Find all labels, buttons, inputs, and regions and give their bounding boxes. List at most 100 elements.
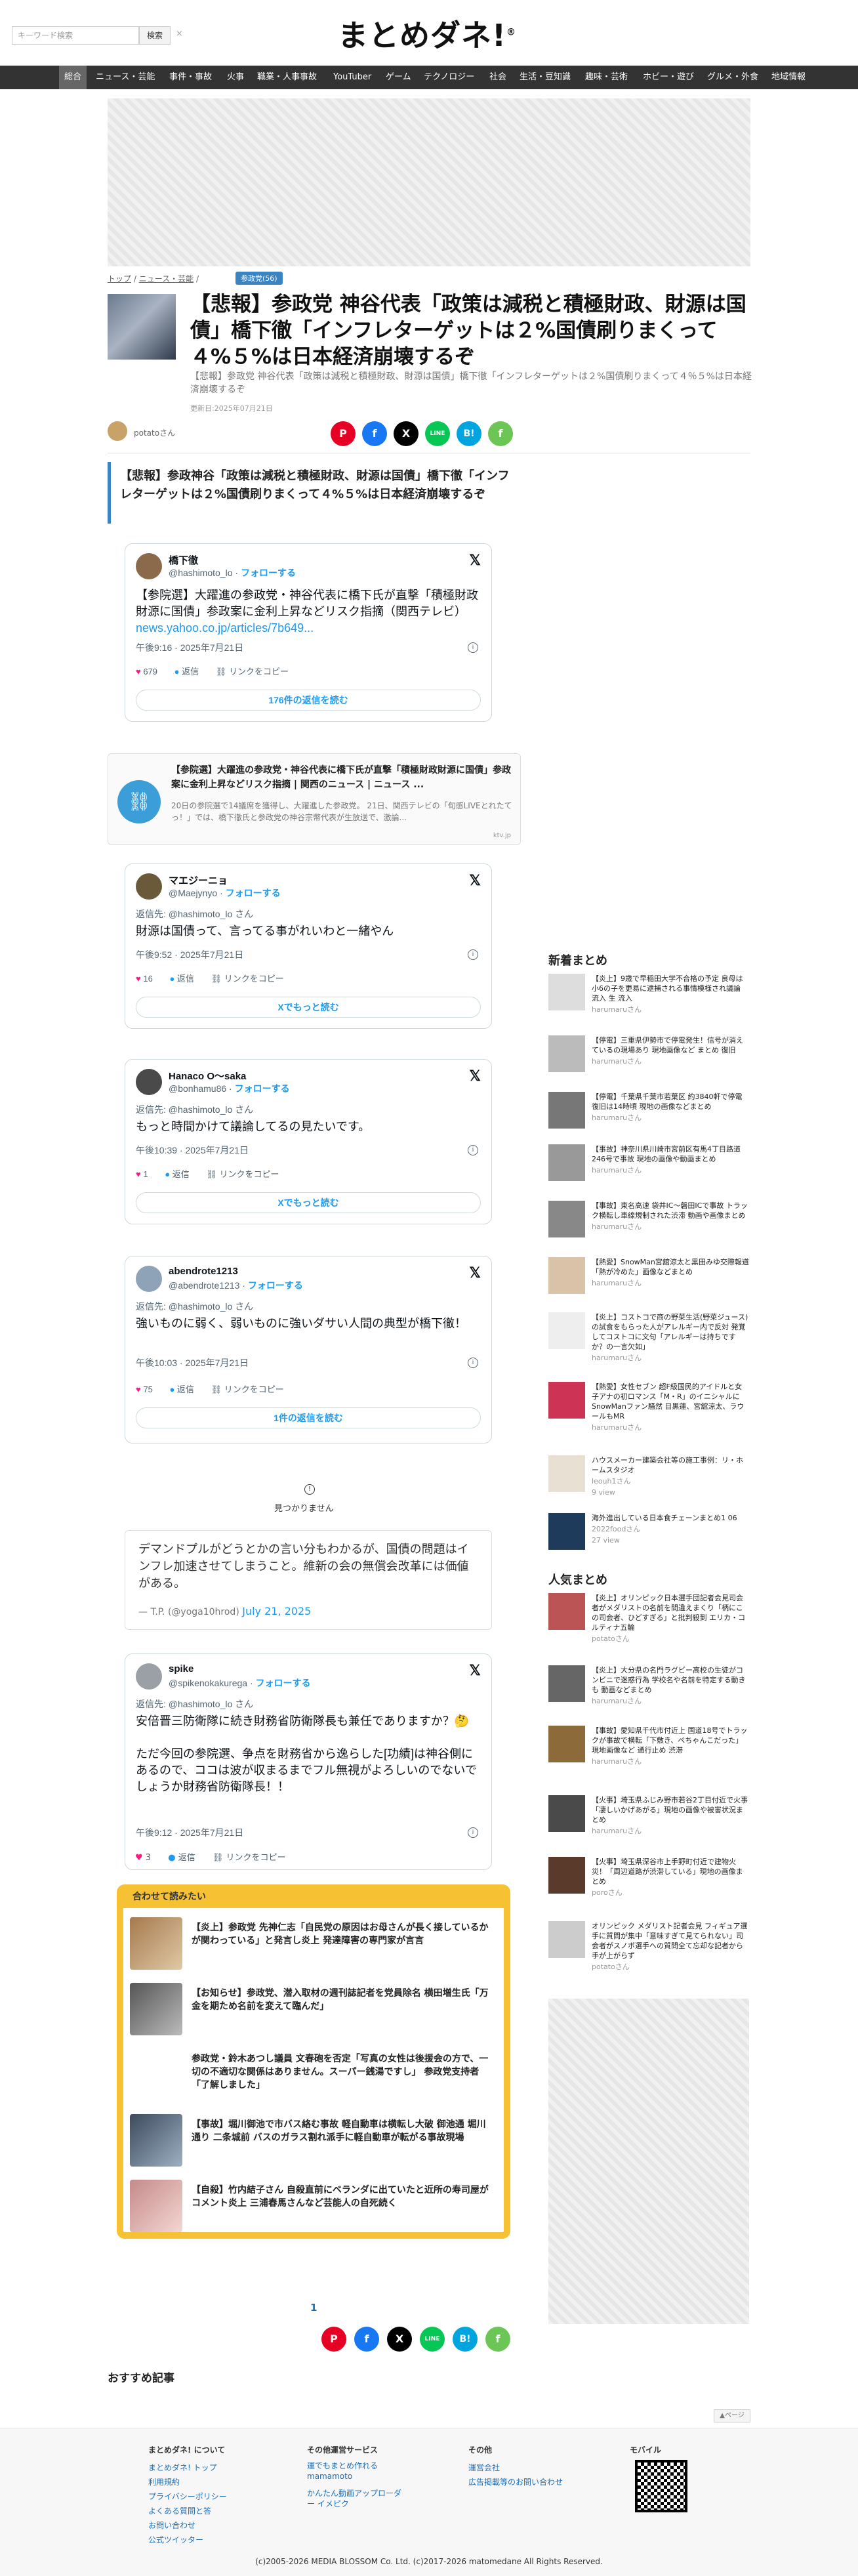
tag-badge[interactable]: 参政党(56) <box>235 272 283 285</box>
nav-item-life[interactable]: 生活・豆知識 <box>520 66 571 89</box>
nav-item-all[interactable]: 総合 <box>59 66 87 89</box>
sidebar-article-thumbnail[interactable] <box>548 1201 585 1237</box>
search-input[interactable]: キーワード検索 <box>12 26 139 45</box>
line-share-icon[interactable]: LINE <box>420 2327 445 2352</box>
sidebar-article-title[interactable]: 【事故】神奈川県川崎市宮前区有馬4丁目路道246号で事故 現地の画像や動画まとめ… <box>592 1144 749 1175</box>
related-article-thumbnail[interactable] <box>130 2114 182 2167</box>
reply-button[interactable]: ● 返信 <box>174 665 199 677</box>
sidebar-article-title[interactable]: 【停電】千葉県千葉市若葉区 約3840軒で停電 復旧は14時頃 現地の画像などま… <box>592 1092 749 1123</box>
sidebar-article[interactable]: 海外進出している日本食チェーンまとめ1 06 2022foodさん 27 view <box>548 1513 749 1563</box>
tweet-author-name[interactable]: マエジーニョ <box>169 873 228 887</box>
copy-link-button[interactable]: ⛓ リンクをコピー <box>211 972 284 984</box>
sidebar-article-thumbnail[interactable] <box>548 1455 585 1492</box>
sidebar-article-thumbnail[interactable] <box>548 1665 585 1702</box>
sidebar-article-thumbnail[interactable] <box>548 1144 585 1181</box>
embedded-tweet[interactable]: spike @spikenokakurega · フォローする 𝕏 返信先: @… <box>125 1653 492 1870</box>
sidebar-article[interactable]: 【停電】三重県伊勢市で停電発生！信号が消えているの現場あり 現地画像など まとめ… <box>548 1035 749 1085</box>
like-button[interactable]: ♥ 1 <box>136 1169 148 1179</box>
reply-button[interactable]: ● 返信 <box>169 1382 194 1395</box>
sidebar-article-thumbnail[interactable] <box>548 1921 585 1958</box>
nav-item-fire[interactable]: 火事 <box>227 66 244 89</box>
x-share-icon[interactable]: X <box>387 2327 412 2352</box>
author-avatar[interactable] <box>108 421 127 441</box>
sidebar-article-thumbnail[interactable] <box>548 1257 585 1294</box>
sidebar-article-thumbnail[interactable] <box>548 1726 585 1762</box>
tweet-time[interactable]: 午後9:16 · 2025年7月21日 <box>136 641 243 654</box>
sidebar-article-thumbnail[interactable] <box>548 974 585 1010</box>
hatena-share-icon[interactable]: B! <box>453 2327 478 2352</box>
info-icon[interactable]: i <box>468 1827 478 1838</box>
sidebar-article[interactable]: 【炎上】オリンピック日本選手団記者会見司会者がメダリストの名前を間違えまくり「柄… <box>548 1593 749 1643</box>
ad-banner[interactable] <box>108 98 750 266</box>
avatar[interactable] <box>136 1266 162 1292</box>
follow-button[interactable]: フォローする <box>235 1083 290 1094</box>
read-more-button[interactable]: Xでもっと読む <box>136 997 481 1018</box>
sidebar-article[interactable]: 【火事】埼玉県深谷市上手野町付近で建物火災！「周辺道路が渋滞している」現地の画像… <box>548 1857 749 1907</box>
embedded-tweet[interactable]: abendrote1213 @abendrote1213 · フォローする 𝕏 … <box>125 1256 492 1444</box>
related-article-thumbnail[interactable] <box>130 2048 182 2101</box>
sidebar-article-title[interactable]: 【熱愛】女性セブン 超F級国民的アイドルと女子アナの初ロマンス「M・R」のイニシ… <box>592 1382 749 1432</box>
sidebar-article-title[interactable]: 海外進出している日本食チェーンまとめ1 06 2022foodさん 27 view <box>592 1513 749 1545</box>
related-article-title[interactable]: 【事故】堀川御池で市バス絡む事故 軽自動車は横転し大破 御池通 堀川通り 二条城… <box>192 2118 495 2144</box>
follow-button[interactable]: フォローする <box>241 568 296 578</box>
sidebar-article[interactable]: 【熱愛】女性セブン 超F級国民的アイドルと女子アナの初ロマンス「M・R」のイニシ… <box>548 1382 749 1432</box>
sidebar-article[interactable]: 【熱愛】SnowMan宮舘涼太と黒田みゆ交際報道「熱が冷めた」画像などまとめ ha… <box>548 1257 749 1307</box>
footer-link[interactable]: 公式ツイッター <box>148 2533 227 2547</box>
info-icon[interactable]: i <box>468 1358 478 1368</box>
tweet-link[interactable]: news.yahoo.co.jp/articles/7b649... <box>136 621 314 634</box>
site-logo[interactable]: まとめダネ!® <box>338 12 516 55</box>
nav-item-game[interactable]: ゲーム <box>386 66 411 89</box>
author-name[interactable]: potatoさん <box>134 427 175 438</box>
related-article-thumbnail[interactable] <box>130 2180 182 2232</box>
search-button[interactable]: 検索 <box>139 26 171 45</box>
related-article-thumbnail[interactable] <box>130 1917 182 1970</box>
sidebar-article-title[interactable]: 【火事】埼玉県深谷市上手野町付近で建物火災！「周辺道路が渋滞している」現地の画像… <box>592 1857 749 1898</box>
like-button[interactable]: ♥ 16 <box>136 974 153 984</box>
sidebar-article[interactable]: オリンピック メダリスト記者会見 フィギュア選手に質問が集中「意味すぎて見てられ… <box>548 1921 749 1971</box>
sidebar-article-title[interactable]: 【事故】愛知県千代市付近上 国道18号でトラックが事故で横転「下敷き、ぺちゃんこ… <box>592 1726 749 1766</box>
sidebar-article[interactable]: 【炎上】大分県の名門ラグビー高校の生徒がコンビニで迷惑行為 学校名や名前を特定す… <box>548 1665 749 1715</box>
sidebar-article[interactable]: 【火事】埼玉県ふじみ野市若谷2丁目付近で火事「凄しいかげあがる」現地の画像や被害… <box>548 1795 749 1845</box>
sidebar-article[interactable]: 【炎上】コストコで商の野菜生活(野菜ジュース)の試食をもらった人がアレルギー内で… <box>548 1312 749 1362</box>
x-logo-icon[interactable]: 𝕏 <box>469 1662 481 1679</box>
like-button[interactable]: ♥ 75 <box>136 1384 153 1394</box>
sidebar-article-title[interactable]: 【事故】東名高速 袋井IC〜磐田ICで事故 トラック横転し車線規制された渋滞 動… <box>592 1201 749 1232</box>
copy-link-button[interactable]: ⛓ リンクをコピー <box>213 1850 286 1863</box>
footer-link[interactable]: 運でもまとめ作れる mamamoto <box>307 2461 405 2482</box>
scroll-top-button[interactable]: ▲ページ <box>714 2409 750 2422</box>
avatar[interactable] <box>136 553 162 579</box>
footer-link[interactable]: よくある質問と答 <box>148 2504 227 2518</box>
related-article[interactable]: 【事故】堀川御池で市バス絡む事故 軽自動車は横転し大破 御池通 堀川通り 二条城… <box>130 2114 497 2174</box>
nav-item-hobby[interactable]: ホビー・遊び <box>643 66 694 89</box>
sidebar-article[interactable]: 【事故】東名高速 袋井IC〜磐田ICで事故 トラック横転し車線規制された渋滞 動… <box>548 1201 749 1251</box>
avatar[interactable] <box>136 873 162 900</box>
x-logo-icon[interactable]: 𝕏 <box>469 552 481 569</box>
read-more-button[interactable]: Xでもっと読む <box>136 1192 481 1213</box>
nav-item-hobby-art[interactable]: 趣味・芸術 <box>585 66 628 89</box>
x-share-icon[interactable]: X <box>394 421 419 446</box>
embedded-tweet[interactable]: 橋下徹 @hashimoto_lo · フォローする 𝕏 【参院選】大躍進の参政… <box>125 543 492 722</box>
tweet-author-name[interactable]: spike <box>169 1663 194 1674</box>
sidebar-article-thumbnail[interactable] <box>548 1035 585 1072</box>
sidebar-article[interactable]: 【停電】千葉県千葉市若葉区 約3840軒で停電 復旧は14時頃 現地の画像などま… <box>548 1092 749 1142</box>
follow-button[interactable]: フォローする <box>256 1678 311 1688</box>
facebook-share-icon[interactable]: f <box>354 2327 379 2352</box>
avatar[interactable] <box>136 1663 162 1690</box>
feedly-share-icon[interactable]: f <box>485 2327 510 2352</box>
footer-link[interactable]: かんたん動画アップローダー イメピク <box>307 2488 405 2509</box>
info-icon[interactable]: i <box>468 1145 478 1155</box>
info-icon[interactable]: i <box>468 949 478 960</box>
footer-link[interactable]: まとめダネ! トップ <box>148 2461 227 2475</box>
breadcrumb-top[interactable]: トップ <box>108 274 131 283</box>
reply-button[interactable]: ● 返信 <box>168 1850 195 1863</box>
x-logo-icon[interactable]: 𝕏 <box>469 872 481 889</box>
facebook-share-icon[interactable]: f <box>362 421 387 446</box>
nav-item-tech[interactable]: テクノロジー <box>424 66 474 89</box>
tweet-time[interactable]: 午後9:12 · 2025年7月21日 <box>136 1826 243 1839</box>
tweet-author-name[interactable]: abendrote1213 <box>169 1266 238 1277</box>
sidebar-article-title[interactable]: 【炎上】オリンピック日本選手団記者会見司会者がメダリストの名前を間違えまくり「柄… <box>592 1593 749 1644</box>
nav-item-news[interactable]: ニュース・芸能 <box>96 66 155 89</box>
sidebar-article-thumbnail[interactable] <box>548 1092 585 1129</box>
sidebar-article-thumbnail[interactable] <box>548 1312 585 1349</box>
footer-link[interactable]: お問い合わせ <box>148 2518 227 2533</box>
